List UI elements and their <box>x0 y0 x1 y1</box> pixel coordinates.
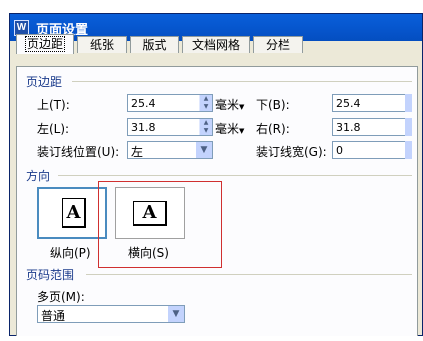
portrait-page-icon: A <box>62 198 86 228</box>
spin-up-icon[interactable]: ▲ <box>199 95 212 103</box>
gutter-width-spinner[interactable]: 0 <box>332 141 406 159</box>
spin-button-edge[interactable] <box>405 118 412 136</box>
gutter-position-select[interactable]: 左 ▼ <box>127 141 213 159</box>
tab-layout[interactable]: 版式 <box>130 36 179 53</box>
tab-paper[interactable]: 纸张 <box>77 36 127 53</box>
unit-dropdown-icon: ▼ <box>239 127 245 135</box>
divider <box>72 81 412 82</box>
multiple-pages-label: 多页(M): <box>37 290 85 304</box>
right-margin-label: 右(R): <box>256 122 290 136</box>
tab-margins[interactable]: 页边距 <box>16 34 74 54</box>
section-orientation: 方向 <box>26 169 51 183</box>
tab-doc-grid[interactable]: 文档网格 <box>182 36 250 53</box>
divider <box>58 175 412 176</box>
section-pages: 页码范围 <box>26 268 75 282</box>
right-margin-value: 31.8 <box>336 121 361 134</box>
multiple-pages-value: 普通 <box>41 309 66 323</box>
bottom-margin-value: 25.4 <box>336 97 361 110</box>
gutter-width-value: 0 <box>336 144 343 157</box>
top-margin-spinner[interactable]: 25.4 ▲ ▼ <box>127 94 213 112</box>
bottom-margin-spinner[interactable]: 25.4 <box>332 94 406 112</box>
spin-up-icon[interactable]: ▲ <box>199 119 212 127</box>
portrait-option[interactable]: A <box>37 187 107 239</box>
top-margin-label: 上(T): <box>37 98 70 112</box>
unit-dropdown-icon: ▼ <box>239 103 245 111</box>
spin-down-icon[interactable]: ▼ <box>199 103 212 111</box>
gutter-position-value: 左 <box>131 145 144 159</box>
gutter-width-label: 装订线宽(G): <box>256 145 327 159</box>
left-margin-unit[interactable]: 毫米▼ <box>215 120 244 137</box>
tab-columns[interactable]: 分栏 <box>253 36 303 53</box>
multiple-pages-select[interactable]: 普通 ▼ <box>37 305 185 323</box>
divider <box>86 274 412 275</box>
top-margin-value: 25.4 <box>131 97 156 110</box>
spin-button-edge[interactable] <box>405 94 412 112</box>
top-margin-unit[interactable]: 毫米▼ <box>215 96 244 113</box>
spin-button-edge[interactable] <box>405 141 412 159</box>
chevron-down-icon[interactable]: ▼ <box>196 142 212 158</box>
chevron-down-icon[interactable]: ▼ <box>168 306 184 322</box>
bottom-margin-label: 下(B): <box>256 98 290 112</box>
portrait-label[interactable]: 纵向(P) <box>50 244 91 261</box>
left-margin-label: 左(L): <box>37 122 70 136</box>
right-margin-spinner[interactable]: 31.8 <box>332 118 406 136</box>
gutter-position-label: 装订线位置(U): <box>37 145 120 159</box>
left-margin-value: 31.8 <box>131 121 156 134</box>
section-margins: 页边距 <box>26 75 63 89</box>
highlight-annotation <box>98 181 222 268</box>
left-margin-spinner[interactable]: 31.8 ▲ ▼ <box>127 118 213 136</box>
spin-down-icon[interactable]: ▼ <box>199 127 212 135</box>
